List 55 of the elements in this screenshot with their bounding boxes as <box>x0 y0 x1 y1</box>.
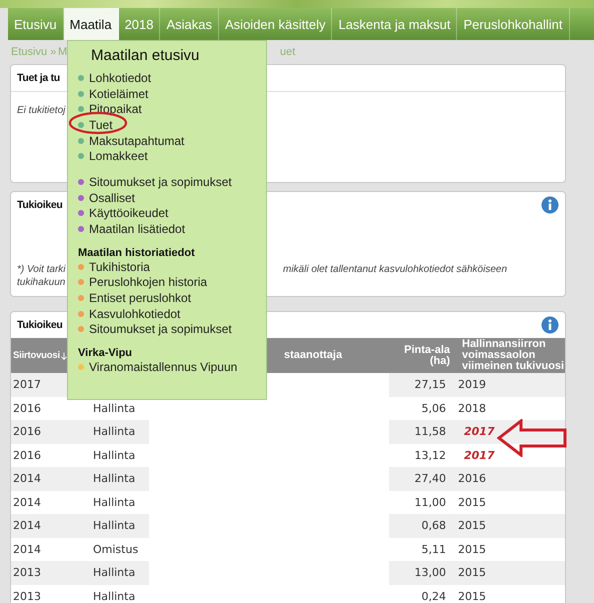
table-cell: 27,15 <box>389 373 456 396</box>
table-cell: 0,24 <box>389 584 456 603</box>
table-cell: Hallinta <box>81 561 149 584</box>
column-header: Pinta-ala (ha) <box>389 338 456 373</box>
empty-message: Ei tukitietoj <box>17 105 66 116</box>
table-cell: 13,00 <box>389 561 456 584</box>
menu-item[interactable]: Lohkotiedot <box>89 70 152 85</box>
table-cell: 2014 <box>11 514 81 538</box>
info-icon[interactable] <box>541 196 559 214</box>
menu-item[interactable]: Lomakkeet <box>89 149 148 164</box>
menu-item[interactable]: Maatilan lisätiedot <box>89 222 186 236</box>
table-cell: 2015 <box>456 514 565 538</box>
menu-title[interactable]: Maatilan etusivu <box>78 47 266 64</box>
table-cell: Hallinta <box>81 514 149 538</box>
panel-title: Tuet ja tu <box>17 72 60 84</box>
info-icon[interactable] <box>541 316 559 334</box>
table-cell: 2015 <box>456 584 565 603</box>
table-cell: 2014 <box>11 467 81 490</box>
panel-title: Tukioikeu <box>17 199 63 211</box>
table-cell: 2013 <box>11 561 81 584</box>
table-cell: Hallinta <box>81 584 149 603</box>
column-header: staanottaja <box>267 338 389 373</box>
nav-tab[interactable]: Maatila <box>64 8 119 40</box>
menu-item[interactable]: Kasvulohkotiedot <box>89 306 180 321</box>
table-cell: 2015 <box>456 561 565 584</box>
menu-item[interactable]: Osalliset <box>89 190 136 205</box>
table-cell: 2013 <box>11 584 81 603</box>
table-cell: Hallinta <box>81 467 149 490</box>
footnote-text: tukihakuun <box>17 277 66 288</box>
menu-item[interactable]: Sitoumukset ja sopimukset <box>89 322 232 336</box>
table-cell: 27,40 <box>389 467 456 490</box>
menu-heading: Virka-Vipu <box>78 347 134 360</box>
menu-item[interactable]: Entiset peruslohkot <box>89 291 192 306</box>
footnote-text: mikäli olet tallentanut kasvulohkotiedot sähköiseen <box>283 264 508 275</box>
menu-item[interactable]: Käyttöoikeudet <box>89 206 168 220</box>
table-cell: Hallinta <box>81 420 149 444</box>
table-cell: 2019 <box>456 373 565 396</box>
menu-item[interactable]: Peruslohkojen historia <box>89 275 208 290</box>
breadcrumb-current: uet <box>280 46 296 58</box>
footnote-text: *) Voit tarki <box>17 264 66 275</box>
table-cell: 0,68 <box>389 514 456 538</box>
table-cell: 2016 <box>11 420 81 444</box>
menu-item[interactable]: Pitopaikat <box>89 102 142 116</box>
table-cell: 2016 <box>456 467 565 490</box>
menu-item[interactable]: Sitoumukset ja sopimukset <box>89 174 232 189</box>
menu-item[interactable]: Tukihistoria <box>89 260 150 274</box>
menu-heading: Maatilan historiatiedot <box>78 246 196 259</box>
menu-item[interactable]: Kotieläimet <box>89 86 148 101</box>
menu-item[interactable]: Maksutapahtumat <box>89 134 184 148</box>
sort-icon[interactable] <box>60 352 67 360</box>
column-header: Hallinnansiirron voimassaolon viimeinen tukivuosi <box>456 338 565 373</box>
table-cell: 11,58 <box>389 420 456 444</box>
arrow-annotation <box>497 419 567 457</box>
menu-item[interactable]: Viranomaistallennus Vipuun <box>89 360 238 374</box>
panel-title: Tukioikeu <box>17 319 63 331</box>
